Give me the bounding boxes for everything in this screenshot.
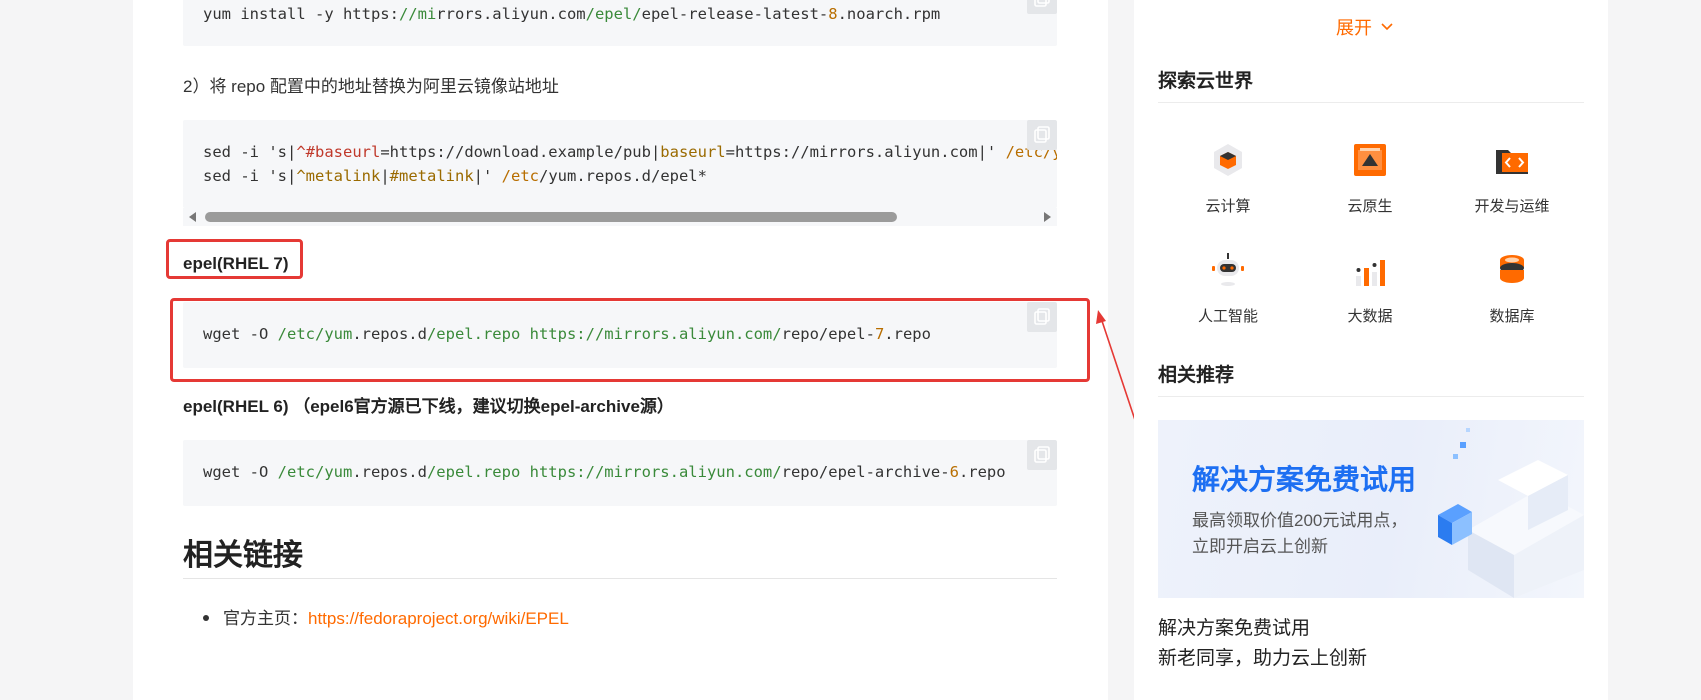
category-label: 数据库 [1489, 308, 1535, 325]
folder-code-icon [1496, 150, 1528, 174]
copy-button[interactable] [1027, 0, 1057, 14]
category-database[interactable]: 数据库 [1452, 250, 1572, 326]
expand-button[interactable]: 展开 [1336, 14, 1394, 40]
code-line: sed -i 's|^#baseurl=https://download.exa… [203, 143, 1057, 161]
cube-icon [1214, 144, 1242, 176]
database-icon [1500, 255, 1524, 283]
copy-icon [1034, 126, 1050, 143]
article-panel: yum install -y https://mirrors.aliyun.co… [133, 0, 1136, 700]
scroll-left-arrow[interactable] [189, 212, 196, 222]
divider [183, 578, 1057, 579]
code-block-rhel6: wget -O /etc/yum.repos.d/epel.repo https… [183, 440, 1057, 506]
divider [1158, 102, 1584, 103]
list-item: 官方主页：https://fedoraproject.org/wiki/EPEL [203, 604, 569, 629]
category-big-data[interactable]: 大数据 [1310, 250, 1430, 326]
robot-icon [1212, 253, 1244, 286]
code-line: wget -O /etc/yum.repos.d/epel.repo https… [203, 463, 1006, 481]
cubes-illustration [1438, 428, 1584, 598]
bar-chart-icon [1356, 260, 1385, 286]
code-block-sed: sed -i 's|^#baseurl=https://download.exa… [183, 120, 1057, 208]
annotation-arrow [1096, 310, 1136, 421]
copy-icon [1034, 446, 1050, 463]
scrollbar-thumb[interactable] [205, 212, 897, 222]
horizontal-scrollbar[interactable] [183, 208, 1057, 226]
divider [1158, 396, 1584, 397]
category-label: 大数据 [1347, 308, 1393, 325]
category-cloud-native[interactable]: 云原生 [1310, 140, 1430, 216]
recommend-item-title: 解决方案免费试用 [1158, 618, 1311, 639]
section-heading-links: 相关链接 [183, 539, 303, 572]
category-label: 开发与运维 [1474, 198, 1550, 215]
copy-button[interactable] [1027, 440, 1057, 470]
step-2-text: 2）将 repo 配置中的地址替换为阿里云镜像站地址 [183, 77, 559, 96]
banner-subtitle: 最高领取价值200元试用点， 立即开启云上创新 [1192, 511, 1408, 556]
promo-banner[interactable]: 解决方案免费试用 最高领取价值200元试用点， 立即开启云上创新 [1158, 420, 1584, 598]
homepage-label: 官方主页： [223, 609, 308, 628]
code-block-install: yum install -y https://mirrors.aliyun.co… [183, 0, 1057, 46]
annotation-box-code [170, 298, 1090, 382]
recommend-item-desc: 新老同享，助力云上创新 [1158, 648, 1368, 669]
banner-title: 解决方案免费试用 [1192, 464, 1417, 495]
explore-title: 探索云世界 [1158, 71, 1254, 92]
copy-icon [1034, 0, 1050, 7]
recommend-title: 相关推荐 [1158, 365, 1235, 386]
code-line: yum install -y https://mirrors.aliyun.co… [203, 5, 941, 23]
annotation-box-heading [166, 239, 303, 279]
chevron-down-icon [1381, 23, 1393, 31]
category-devops[interactable]: 开发与运维 [1452, 140, 1572, 216]
homepage-link[interactable]: https://fedoraproject.org/wiki/EPEL [308, 609, 569, 628]
expand-label: 展开 [1336, 18, 1372, 38]
category-label: 云计算 [1205, 198, 1251, 215]
code-line: sed -i 's|^metalink|#metalink|' /etc/yum… [203, 167, 707, 185]
category-label: 人工智能 [1197, 308, 1258, 325]
category-cloud-computing[interactable]: 云计算 [1168, 140, 1288, 216]
sidebar: 展开 探索云世界 云计算 云原生 开发与运维 人工智能 大数据 数据库 相关推荐… [1134, 0, 1608, 700]
heading-rhel6: epel(RHEL 6) （epel6官方源已下线，建议切换epel-archi… [183, 397, 674, 416]
container-icon [1354, 144, 1386, 176]
category-ai[interactable]: 人工智能 [1168, 250, 1288, 326]
category-label: 云原生 [1347, 198, 1393, 215]
copy-button[interactable] [1027, 120, 1057, 150]
bullet-dot [203, 614, 209, 621]
recommend-item[interactable]: 解决方案免费试用 新老同享，助力云上创新 [1158, 614, 1367, 674]
scroll-right-arrow[interactable] [1044, 212, 1051, 222]
